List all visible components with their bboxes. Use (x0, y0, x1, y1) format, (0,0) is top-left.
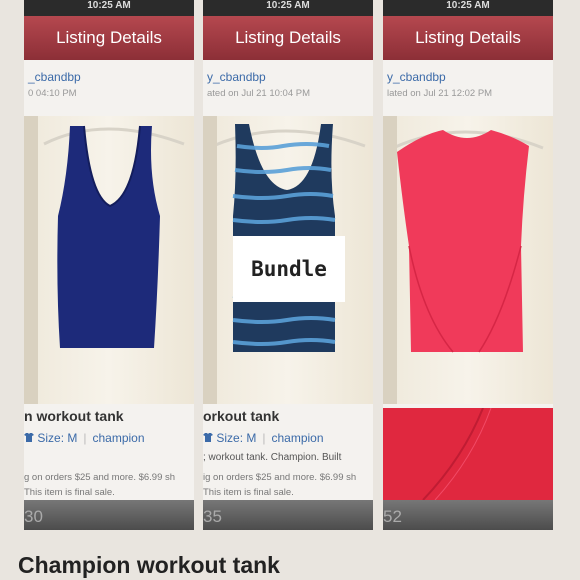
price-value: 30 (24, 507, 43, 526)
wall-shadow (24, 116, 38, 404)
price-value: 52 (383, 507, 402, 526)
listing-title: n workout tank (24, 408, 124, 424)
final-sale-text: This item is final sale. (24, 487, 115, 498)
listing-date: ated on Jul 21 10:04 PM (207, 88, 310, 99)
seller-link[interactable]: _cbandbp (28, 70, 81, 84)
listing-title: orkout tank (203, 408, 280, 424)
shirt-icon (203, 433, 213, 442)
listing-photo[interactable] (24, 116, 194, 404)
size-label[interactable]: Size: M (37, 431, 77, 445)
listing-photo[interactable] (383, 116, 553, 404)
shipping-text: g on orders $25 and more. $6.99 sh (24, 472, 176, 483)
listing-photo[interactable]: Bundle (203, 116, 373, 404)
listing-panel-1: 10:25 AM Listing Details _cbandbp 0 04:1… (24, 0, 194, 530)
price-bar: 35 (203, 500, 373, 530)
final-sale-text: This item is final sale. (203, 487, 294, 498)
size-label[interactable]: Size: M (216, 431, 256, 445)
nav-title: Listing Details (203, 16, 373, 60)
brand-link[interactable]: champion (92, 431, 144, 445)
seller-link[interactable]: y_cbandbp (387, 70, 446, 84)
wall-shadow (383, 116, 397, 404)
wall-shadow (203, 116, 217, 404)
size-brand-line: Size: M | champion (203, 431, 324, 445)
shipping-text: ig on orders $25 and more. $6.99 sh (203, 472, 357, 483)
tank-top-image (43, 125, 185, 348)
bundle-overlay: Bundle (233, 236, 345, 302)
size-brand-line: Size: M | champion (24, 431, 145, 445)
listing-caption: Champion workout tank (18, 552, 280, 578)
shirt-icon (24, 433, 34, 442)
price-bar: 52 (383, 500, 553, 530)
price-bar: 30 (24, 500, 194, 530)
seller-link[interactable]: y_cbandbp (207, 70, 266, 84)
listing-date: 0 04:10 PM (28, 88, 77, 99)
nav-title: Listing Details (383, 16, 553, 60)
fabric-seam (422, 407, 492, 501)
status-bar: 10:25 AM (203, 0, 373, 16)
nav-title: Listing Details (24, 16, 194, 60)
description-text: ; workout tank. Champion. Built (203, 452, 342, 463)
status-bar: 10:25 AM (24, 0, 194, 16)
brand-link[interactable]: champion (271, 431, 323, 445)
listing-date: lated on Jul 21 12:02 PM (387, 88, 493, 99)
status-bar: 10:25 AM (383, 0, 553, 16)
pink-tank-image (392, 130, 544, 353)
listing-collage: 10:25 AM Listing Details _cbandbp 0 04:1… (0, 0, 580, 580)
fabric-closeup (383, 407, 553, 501)
listing-panel-3: 10:25 AM Listing Details y_cbandbp lated… (383, 0, 553, 530)
price-value: 35 (203, 507, 222, 526)
listing-panel-2: 10:25 AM Listing Details y_cbandbp ated … (203, 0, 373, 530)
